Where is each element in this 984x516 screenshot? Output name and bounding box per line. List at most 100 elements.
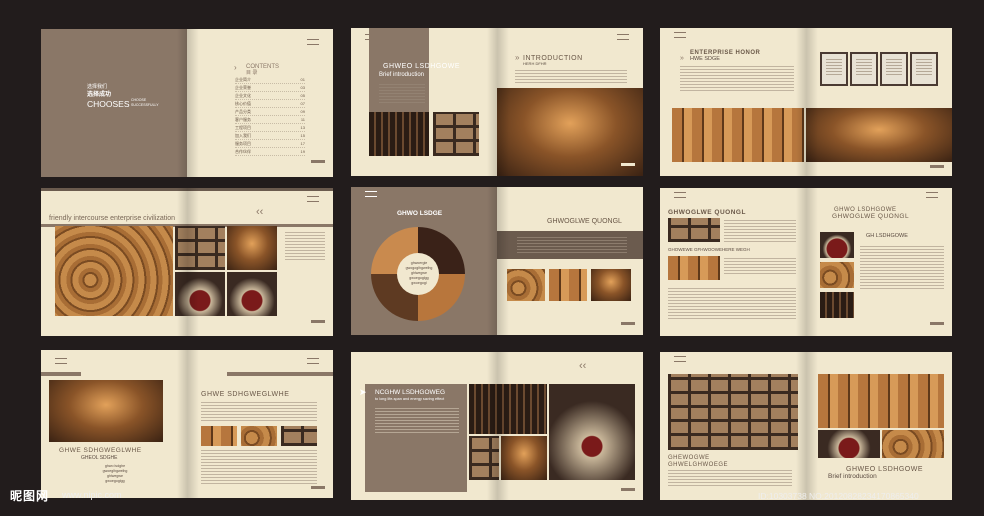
closing-right-title: GHWEO LSDHGOWE bbox=[846, 466, 924, 473]
watermark-id: ID:10303738 NO:20120828234170865340 bbox=[758, 491, 919, 501]
arrow-icon: ➤ bbox=[359, 387, 367, 397]
text-line: gwoegoglgg bbox=[105, 479, 125, 483]
wine-rack-photo bbox=[469, 436, 499, 480]
spread-circle: GHWO LSDGE ghwoergle gwogoglhgwelhg ghlweg… bbox=[351, 187, 643, 335]
table-of-contents: 企业简介 01 企业荣誉 03 企业文化 05 核心价值 07 产品分类 09 客户服务 11 工程项目… bbox=[235, 77, 305, 157]
barrel-photo bbox=[882, 430, 944, 458]
toc-page-number: 09 bbox=[300, 109, 305, 114]
toc-label: 服务项目 bbox=[235, 141, 251, 146]
toc-row[interactable]: 企业简介 01 bbox=[235, 77, 305, 84]
circle-page-title: GHWO LSDGE bbox=[397, 210, 443, 217]
logo-icon bbox=[365, 191, 377, 197]
wine-rack-photo bbox=[175, 226, 225, 270]
barrel-room-photo bbox=[55, 226, 173, 316]
page-number-tab bbox=[621, 163, 635, 166]
chooses-sub-2: SUCCESSFULLY bbox=[131, 103, 159, 107]
chooses-cn-a: 选择我们 bbox=[87, 84, 108, 90]
cellar-paragraph bbox=[201, 450, 317, 484]
toc-row[interactable]: 合作伙伴 19 bbox=[235, 149, 305, 156]
cellar-title-left: GHWE SDHGWEGLWHE bbox=[59, 447, 142, 454]
products-subtitle-right: GH LSDHGOWE bbox=[866, 233, 908, 239]
honor-paragraph bbox=[680, 66, 794, 92]
toc-page-number: 17 bbox=[300, 141, 305, 146]
products-paragraph bbox=[724, 220, 796, 242]
spread-intercourse: ‹‹ friendly intercourse enterprise civil… bbox=[41, 188, 333, 336]
toc-page-number: 07 bbox=[300, 101, 305, 106]
barrel-photo bbox=[241, 426, 277, 446]
watermark-brand: 昵图网 bbox=[10, 489, 50, 503]
logo-icon bbox=[926, 192, 938, 198]
closing-title-1: GHEWOGWE bbox=[668, 455, 710, 461]
barrel-photo bbox=[820, 262, 854, 288]
logo-icon bbox=[365, 34, 377, 40]
logo-icon bbox=[307, 358, 319, 364]
wine-glass-photo bbox=[818, 430, 880, 458]
body-text bbox=[285, 232, 325, 262]
toc-row[interactable]: 加入我们 15 bbox=[235, 133, 305, 140]
intro-body-text bbox=[379, 84, 425, 104]
barrel-photo bbox=[668, 256, 720, 280]
certificate-image bbox=[850, 52, 878, 86]
toc-page-number: 13 bbox=[300, 125, 305, 130]
bottles-paragraph bbox=[375, 408, 459, 434]
intro-heading-sub: HERH DFHR bbox=[523, 61, 547, 66]
toc-row[interactable]: 工程项目 13 bbox=[235, 125, 305, 132]
double-chevron-icon: ‹‹ bbox=[579, 360, 587, 372]
toc-row[interactable]: 客户服务 11 bbox=[235, 117, 305, 124]
double-chevron-icon: ‹‹ bbox=[256, 206, 264, 218]
cellar-title-right: GHWE SDHGWEGLWHE bbox=[201, 391, 290, 398]
intro-subtitle: Brief introduction bbox=[379, 72, 425, 78]
spread-introduction: GHWEO LSDHGOWE Brief introduction » INTR… bbox=[351, 28, 643, 176]
certificate-image bbox=[910, 52, 938, 86]
page-number-tab bbox=[311, 160, 325, 163]
toc-label: 企业荣誉 bbox=[235, 85, 251, 90]
toc-row[interactable]: 企业文化 05 bbox=[235, 93, 305, 100]
closing-right-subtitle: Brief introduction bbox=[828, 473, 877, 480]
closing-title-2: GHWELGHWOEGE bbox=[668, 462, 729, 468]
logo-icon bbox=[674, 32, 686, 38]
cellar-text: ghwo lsdghe gwoeglhgwelhg ghlwegwe gwoegogl… bbox=[85, 464, 145, 484]
cellar-subtitle-left: GHEOL SDGHE bbox=[81, 455, 118, 461]
cellar-photo bbox=[591, 269, 631, 301]
cellar-photo bbox=[227, 226, 277, 270]
toc-page-number: 05 bbox=[300, 93, 305, 98]
products-paragraph bbox=[860, 246, 944, 290]
toc-page-number: 19 bbox=[300, 149, 305, 154]
top-strip bbox=[41, 372, 81, 376]
products-subtitle-left: GHOWEWE GFHWOOWEHERE WEGH bbox=[668, 247, 750, 252]
bottle-rack-photo bbox=[820, 292, 854, 318]
toc-page-number: 11 bbox=[300, 117, 305, 122]
barrel-photo bbox=[549, 269, 587, 301]
wine-box-photo bbox=[549, 384, 635, 480]
products-paragraph bbox=[724, 258, 796, 276]
bottles-line: to long life-span and energy saving effe… bbox=[375, 397, 445, 401]
spread-bottles: ‹‹ ➤ NCGHW LSDHGOWEG to long life-span a… bbox=[351, 352, 643, 500]
wine-pour-photo bbox=[175, 272, 225, 316]
toc-label: 客户服务 bbox=[235, 117, 251, 122]
wine-bottle-photo bbox=[469, 384, 547, 434]
circle-text: ghwoergle gwogoglhgwelhg ghlwegwe gwoegoglg… bbox=[399, 261, 439, 286]
text-line: gwoegogl bbox=[411, 281, 427, 285]
wine-bottle-photo bbox=[369, 112, 429, 156]
logo-icon bbox=[55, 358, 67, 364]
toc-row[interactable]: 服务项目 17 bbox=[235, 141, 305, 148]
toc-row[interactable]: 核心价值 07 bbox=[235, 101, 305, 108]
closing-paragraph bbox=[668, 470, 792, 488]
toc-row[interactable]: 产品分类 09 bbox=[235, 109, 305, 116]
chevron-icon: › bbox=[234, 63, 237, 72]
spread-closing: GHEWOGWE GHWELGHWOEGE GHWEO LSDHGOWE Bri… bbox=[660, 352, 952, 500]
barrel-photo bbox=[507, 269, 545, 301]
wine-rack-photo bbox=[668, 218, 720, 242]
cellar-vault-photo bbox=[49, 380, 163, 442]
page-number-tab bbox=[311, 486, 325, 489]
chooses-sub-1: CHOOSE bbox=[131, 98, 147, 102]
products-paragraph bbox=[668, 288, 796, 320]
certificate-image bbox=[820, 52, 848, 86]
toc-label: 加入我们 bbox=[235, 133, 251, 138]
page-number-tab bbox=[930, 322, 944, 325]
right-page-paragraph bbox=[517, 237, 627, 253]
logo-icon bbox=[617, 34, 629, 40]
spread-cellar: GHWE SDHGWEGLWHE GHEOL SDGHE ghwo lsdghe… bbox=[41, 350, 333, 498]
toc-row[interactable]: 企业荣誉 03 bbox=[235, 85, 305, 92]
intro-paragraph bbox=[515, 70, 627, 84]
